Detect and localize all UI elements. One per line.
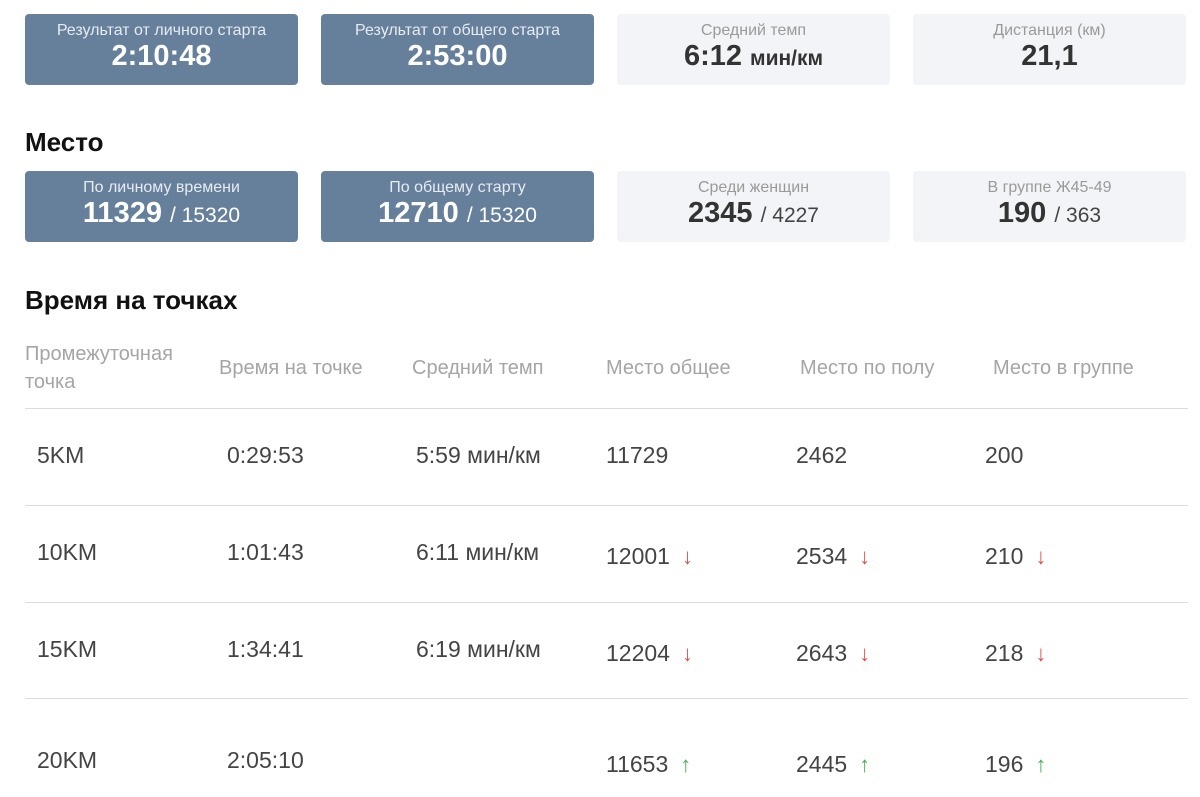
cell-group-place: 196 xyxy=(985,751,1024,777)
card-value: 21,1 xyxy=(1021,40,1078,72)
card-value-wrap: 11329 / 15320 xyxy=(83,197,240,232)
card-value: 2:53:00 xyxy=(407,40,508,72)
cell-point: 10KM xyxy=(37,539,98,565)
cell-pace: 6:11 мин/км xyxy=(416,539,540,565)
cell-gender-place-wrap: 2445 ↑ xyxy=(796,751,870,778)
column-header-overall-place: Место общее xyxy=(606,357,731,379)
arrow-down-icon: ↓ xyxy=(681,544,693,569)
cell-time: 2:05:10 xyxy=(227,747,304,773)
cell-gender-place-wrap: 2534 ↓ xyxy=(796,543,870,570)
cell-point: 15KM xyxy=(37,636,98,662)
common-start-result-card: Результат от общего старта 2:53:00 xyxy=(321,14,594,85)
card-label: По общему старту xyxy=(389,179,526,196)
cell-pace: 5:59 мин/км xyxy=(416,442,541,468)
card-value-wrap: 12710 / 15320 xyxy=(378,197,537,232)
cell-gender-place-wrap: 2643 ↓ xyxy=(796,640,870,667)
cell-time: 0:29:53 xyxy=(227,442,304,468)
card-label: В группе Ж45-49 xyxy=(987,179,1112,196)
table-row: 20KM 2:05:10 11653 ↑ 2445 ↑ 196 ↑ xyxy=(25,699,1188,795)
card-label: Результат от личного старта xyxy=(56,22,267,39)
place-heading: Место xyxy=(25,127,104,157)
cell-time: 1:01:43 xyxy=(227,539,304,565)
card-label: Результат от общего старта xyxy=(355,22,560,39)
card-value: 12710 xyxy=(378,197,459,229)
cell-gender-place: 2445 xyxy=(796,751,848,777)
distance-card: Дистанция (км) 21,1 xyxy=(913,14,1186,85)
cell-overall-place: 11653 xyxy=(606,751,669,777)
cell-overall-place: 11729 xyxy=(606,442,669,468)
result-cards: Результат от личного старта 2:10:48 Резу… xyxy=(25,14,1188,85)
card-total: / 363 xyxy=(1054,204,1102,227)
card-value: 190 xyxy=(997,197,1047,229)
card-value: 2345 xyxy=(688,197,753,229)
column-header-pace: Средний темп xyxy=(412,357,544,379)
cell-pace: 6:19 мин/км xyxy=(416,636,541,662)
checkpoints-table-header: Промежуточная точка Время на точке Средн… xyxy=(25,340,1188,408)
column-header-time: Время на точке xyxy=(219,357,363,379)
column-header-point: Промежуточная точка xyxy=(25,343,173,393)
card-value-wrap: 2345 / 4227 xyxy=(688,197,819,232)
card-label: Средний темп xyxy=(700,22,807,39)
card-label: По личному времени xyxy=(83,179,240,196)
card-total: / 15320 xyxy=(170,204,241,227)
cell-point: 20KM xyxy=(37,747,98,773)
cell-point: 5KM xyxy=(37,442,85,468)
arrow-down-icon: ↓ xyxy=(681,641,693,666)
cell-overall-place-wrap: 12001 ↓ xyxy=(606,543,693,570)
cell-overall-place-wrap: 12204 ↓ xyxy=(606,640,693,667)
checkpoints-heading: Время на точках xyxy=(25,285,238,315)
cell-gender-place: 2534 xyxy=(796,543,848,569)
cell-gender-place: 2462 xyxy=(796,442,848,468)
arrow-down-icon: ↓ xyxy=(859,544,871,569)
card-label: Дистанция (км) xyxy=(993,22,1106,39)
card-label: Среди женщин xyxy=(697,179,810,196)
table-row: 10KM 1:01:43 6:11 мин/км 12001 ↓ 2534 ↓ 21… xyxy=(25,506,1188,602)
average-pace-card: Средний темп 6:12 мин/км xyxy=(617,14,890,85)
card-value: 11329 xyxy=(82,197,162,229)
cell-group-place: 218 xyxy=(985,640,1024,666)
cell-time: 1:34:41 xyxy=(227,636,304,662)
cell-overall-place: 12001 xyxy=(606,543,670,569)
card-value: 2:10:48 xyxy=(111,40,212,72)
arrow-up-icon: ↑ xyxy=(859,752,871,777)
arrow-up-icon: ↑ xyxy=(680,752,692,777)
table-row: 15KM 1:34:41 6:19 мин/км 12204 ↓ 2643 ↓ 21… xyxy=(25,603,1188,699)
arrow-up-icon: ↑ xyxy=(1035,752,1047,777)
arrow-down-icon: ↓ xyxy=(859,641,871,666)
card-total: / 15320 xyxy=(466,204,537,227)
cell-overall-place: 12204 xyxy=(606,640,670,666)
place-common-start-card: По общему старту 12710 / 15320 xyxy=(321,171,594,242)
table-row: 5KM 0:29:53 5:59 мин/км 11729 2462 200 xyxy=(25,409,1188,505)
arrow-down-icon: ↓ xyxy=(1035,641,1047,666)
cell-group-place: 200 xyxy=(985,442,1024,468)
cell-group-place-wrap: 196 ↑ xyxy=(985,751,1046,778)
column-header-group-place: Место в группе xyxy=(993,357,1134,379)
arrow-down-icon: ↓ xyxy=(1035,544,1047,569)
personal-start-result-card: Результат от личного старта 2:10:48 xyxy=(25,14,298,85)
card-value-wrap: 190 / 363 xyxy=(998,197,1101,232)
cell-overall-place-wrap: 11653 ↑ xyxy=(606,751,691,778)
card-value-wrap: 6:12 мин/км xyxy=(684,40,823,75)
card-value: 6:12 xyxy=(683,40,742,72)
place-personal-time-card: По личному времени 11329 / 15320 xyxy=(25,171,298,242)
column-header-gender-place: Место по полу xyxy=(800,357,935,379)
card-unit: мин/км xyxy=(750,47,824,70)
place-women-card: Среди женщин 2345 / 4227 xyxy=(617,171,890,242)
cell-group-place-wrap: 210 ↓ xyxy=(985,543,1046,570)
card-total: / 4227 xyxy=(760,204,819,227)
cell-gender-place: 2643 xyxy=(796,640,848,666)
place-cards: По личному времени 11329 / 15320 По обще… xyxy=(25,171,1188,242)
cell-group-place: 210 xyxy=(985,543,1024,569)
place-group-card: В группе Ж45-49 190 / 363 xyxy=(913,171,1186,242)
cell-group-place-wrap: 218 ↓ xyxy=(985,640,1046,667)
